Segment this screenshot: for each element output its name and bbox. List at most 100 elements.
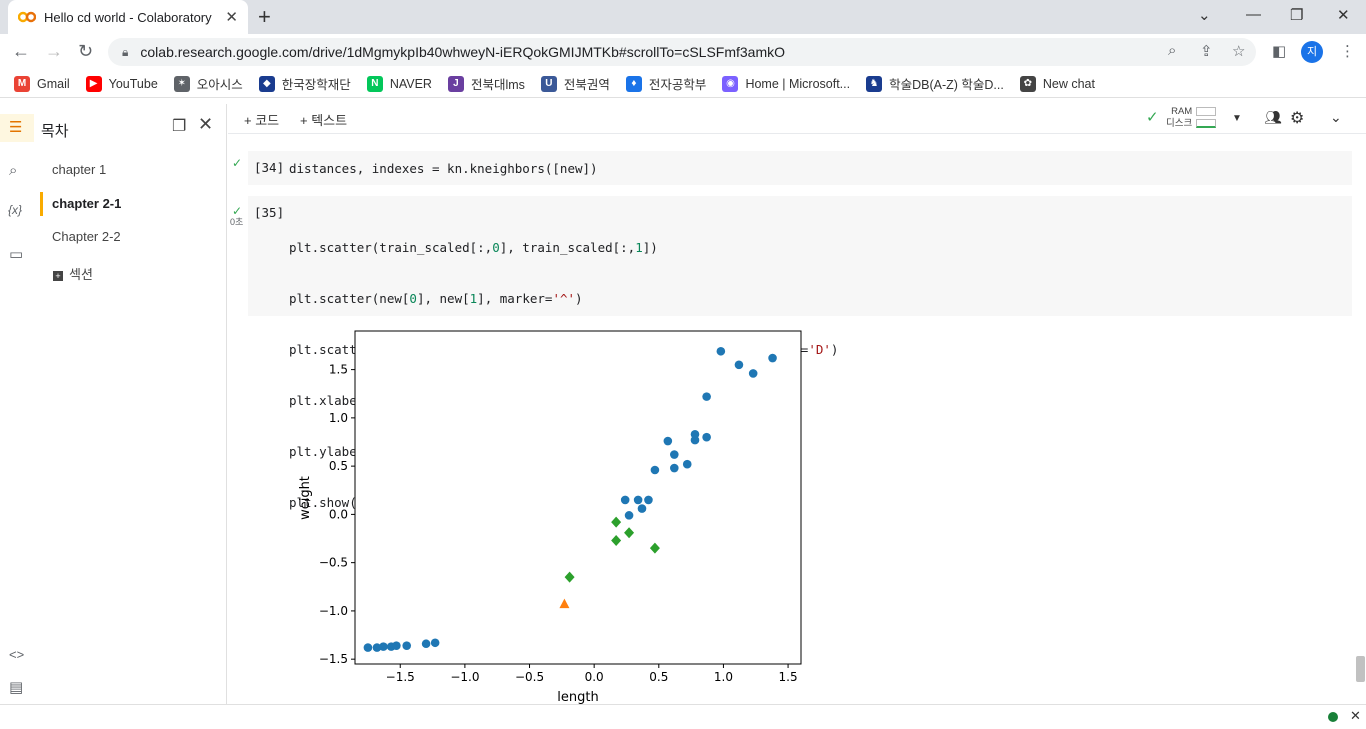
scatter-plot-output: −1.5 −1.0 −0.5 0.0 0.5 1.0 1.5 −1.5 −1.0 −0.5 0.0… <box>298 330 802 704</box>
y-axis-label: weight <box>298 476 313 520</box>
scatter-point <box>644 495 653 505</box>
bookmark-label: 한국장학재단 <box>281 78 351 92</box>
bookmark-item[interactable]: J 전북대lms <box>447 74 525 93</box>
x-tick-label: 0.5 <box>649 670 668 684</box>
tab-search-icon[interactable]: ⌄ <box>1198 6 1211 24</box>
scatter-point <box>748 369 758 378</box>
left-icon-rail: ☰ ⌕ {x} ▭ <> ▤ <box>0 104 34 704</box>
disk-label: 디스크 <box>1166 118 1193 129</box>
minimize-icon[interactable]: — <box>1246 6 1261 23</box>
bookmark-label: Home | Microsoft... <box>745 76 851 91</box>
code-cell[interactable]: [34] distances, indexes = kn.kneighbors(… <box>248 151 1352 185</box>
menu-icon[interactable]: ⋮ <box>1340 42 1355 60</box>
restore-icon[interactable]: ❐ <box>1290 6 1303 24</box>
scatter-point <box>663 436 673 446</box>
scatter-point <box>682 459 692 469</box>
bookmark-label: 전북권역 <box>563 78 610 92</box>
db-icon: ♞ <box>866 75 883 92</box>
toc-close-icon[interactable]: ✕ <box>198 114 213 135</box>
window-close-icon[interactable]: ✕ <box>1337 6 1350 24</box>
connected-check-icon: ✓ <box>1146 109 1159 126</box>
code-line: plt.scatter(train_scaled[:,0], train_sca… <box>289 240 658 255</box>
code-cell[interactable]: [35] plt.scatter(train_scaled[:,0], trai… <box>248 196 1352 510</box>
bookmark-item[interactable]: ♞ 학술DB(A-Z) 학술D... <box>866 74 1004 93</box>
toc-item-label: 섹션 <box>69 267 93 282</box>
scatter-point <box>650 465 660 475</box>
code-snippets-icon[interactable]: <> <box>9 647 24 662</box>
forward-icon[interactable]: → <box>45 41 63 62</box>
toc-icon[interactable]: ☰ <box>9 118 22 136</box>
bookmark-label: 오아시스 <box>196 78 243 92</box>
plot-frame <box>354 330 802 665</box>
browser-tab-bar: Hello cd world - Colaboratory ✕ + ⌄ — ❐ … <box>0 0 1366 34</box>
share-icon[interactable]: ⇪ <box>1200 42 1213 60</box>
ram-disk-indicator[interactable]: RAM 디스크 <box>1166 106 1217 130</box>
scatter-point <box>421 639 431 649</box>
scatter-point <box>620 495 630 505</box>
toc-item-chapter-1[interactable]: chapter 1 <box>52 162 106 177</box>
scatter-point <box>702 432 711 442</box>
runtime-dropdown-icon[interactable]: ▼ <box>1232 113 1242 124</box>
browser-toolbar: ← → ↻ 🔒︎ colab.research.google.com/drive… <box>0 34 1366 70</box>
toc-item-chapter-2-2[interactable]: Chapter 2-2 <box>52 229 121 244</box>
region-icon: U <box>540 75 557 92</box>
notebook-area: + 코드 + 텍스트 ✓ RAM 디스크 ▼ 👥︎ ⚙ ⌄ ✓ [34] dis… <box>228 104 1366 704</box>
bookmark-label: 전자공학부 <box>648 78 707 92</box>
reload-icon[interactable]: ↻ <box>78 41 93 62</box>
toc-active-indicator <box>40 192 43 216</box>
bookmark-item[interactable]: ◆ 한국장학재단 <box>258 74 351 93</box>
microsoft-icon: ◉ <box>722 75 739 92</box>
settings-gear-icon[interactable]: ⚙ <box>1290 108 1304 128</box>
variables-icon[interactable]: {x} <box>8 203 22 217</box>
scatter-point <box>690 429 700 439</box>
share-users-icon[interactable]: 👥︎ <box>1264 109 1282 126</box>
search-icon[interactable]: ⌕ <box>9 162 17 179</box>
chatgpt-icon: ✿ <box>1019 75 1036 92</box>
lms-icon: J <box>447 75 464 92</box>
x-tick-label: −1.0 <box>450 670 479 684</box>
cell-34-success-icon: ✓ <box>232 156 243 170</box>
browser-tab[interactable]: Hello cd world - Colaboratory ✕ <box>8 0 248 34</box>
scatter-point <box>624 511 634 520</box>
side-panel-icon[interactable]: ◧ <box>1272 42 1286 60</box>
execution-count: [35] <box>254 205 285 220</box>
ee-icon: ♦ <box>625 75 642 92</box>
lock-icon: 🔒︎ <box>122 44 129 59</box>
tab-close-icon[interactable]: ✕ <box>225 8 238 26</box>
back-icon[interactable]: ← <box>12 41 30 62</box>
address-bar[interactable]: 🔒︎ colab.research.google.com/drive/1dMgm… <box>108 38 1256 66</box>
status-close-icon[interactable]: ✕ <box>1350 708 1361 724</box>
status-dot-icon <box>1328 712 1338 722</box>
bookmarks-bar: M Gmail ▶ YouTube ✶ 오아시스 ◆ 한국장학재단 N NAVER J 전북대lms U… <box>0 70 1366 98</box>
toc-item-chapter-2-1[interactable]: chapter 2-1 <box>52 196 121 211</box>
bookmark-item[interactable]: N NAVER <box>366 75 432 92</box>
bookmark-item[interactable]: ▶ YouTube <box>85 75 158 92</box>
bookmark-item[interactable]: ✿ New chat <box>1019 75 1095 92</box>
zoom-icon[interactable]: ⌕ <box>1168 42 1176 59</box>
oasis-icon: ✶ <box>173 75 190 92</box>
bookmark-item[interactable]: U 전북권역 <box>540 74 610 93</box>
scrollbar-thumb[interactable] <box>1356 656 1365 682</box>
new-tab-button[interactable]: + <box>258 5 271 29</box>
add-text-button[interactable]: + 텍스트 <box>300 110 347 129</box>
code-line: plt.scatter(new[0], new[1], marker='^') <box>289 291 583 306</box>
toc-popout-icon[interactable]: ❐ <box>172 116 186 136</box>
add-section-icon: + <box>53 270 63 281</box>
scatter-point <box>363 643 373 652</box>
bookmark-item[interactable]: ◉ Home | Microsoft... <box>722 75 851 92</box>
collapse-chevron-icon[interactable]: ⌄ <box>1330 109 1342 126</box>
files-icon[interactable]: ▭ <box>9 245 23 263</box>
bookmark-label: New chat <box>1042 76 1095 91</box>
bookmark-item[interactable]: ♦ 전자공학부 <box>625 74 707 93</box>
add-code-button[interactable]: + 코드 <box>244 110 279 129</box>
scatter-point <box>670 450 679 459</box>
code-line: distances, indexes = kn.kneighbors([new]… <box>289 161 598 176</box>
bookmark-item[interactable]: M Gmail <box>14 75 70 92</box>
bookmark-item[interactable]: ✶ 오아시스 <box>173 74 243 93</box>
avatar[interactable]: 지 <box>1301 41 1323 63</box>
command-palette-icon[interactable]: ▤ <box>9 678 23 696</box>
scatter-point <box>392 641 401 650</box>
toc-item-section[interactable]: + 섹션 <box>53 264 93 283</box>
bookmark-star-icon[interactable]: ☆ <box>1232 42 1245 60</box>
x-axis-label: length <box>557 690 598 704</box>
